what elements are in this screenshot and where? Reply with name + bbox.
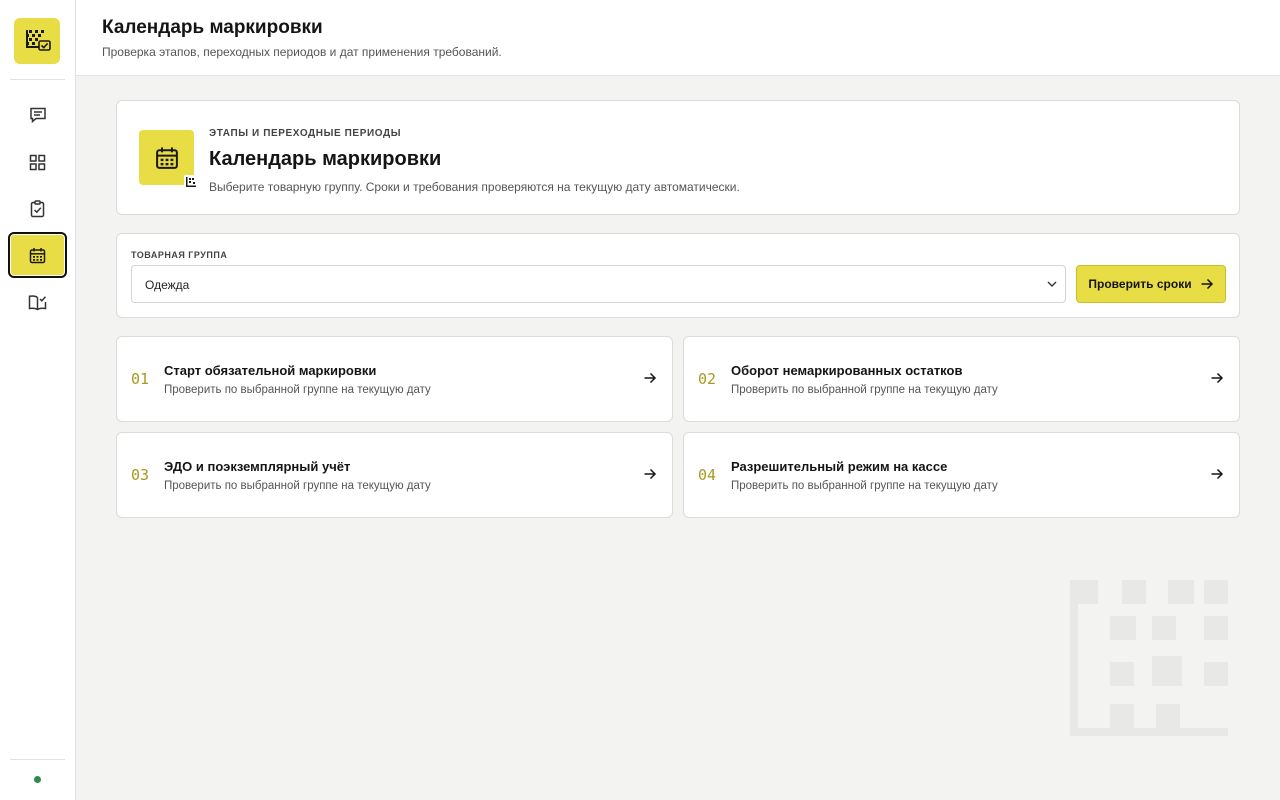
arrow-right-icon bbox=[644, 468, 657, 480]
intro-kicker: ЭТАПЫ И ПЕРЕХОДНЫЕ ПЕРИОДЫ bbox=[209, 128, 402, 139]
sidebar-divider bbox=[10, 759, 65, 760]
page-subtitle: Проверка этапов, переходных периодов и д… bbox=[102, 45, 502, 59]
intro-card: ЭТАПЫ И ПЕРЕХОДНЫЕ ПЕРИОДЫ Календарь мар… bbox=[116, 100, 1240, 215]
arrow-right-icon bbox=[1211, 468, 1224, 480]
check-dates-button-label: Проверить сроки bbox=[1088, 277, 1192, 291]
arrow-right-icon bbox=[1211, 372, 1224, 384]
sidebar bbox=[0, 0, 76, 800]
step-description: Проверить по выбранной группе на текущую… bbox=[731, 384, 998, 396]
intro-icon-tile bbox=[139, 130, 198, 189]
step-card[interactable]: 02 Оборот немаркированных остатков Прове… bbox=[683, 336, 1240, 422]
step-card[interactable]: 01 Старт обязательной маркировки Провери… bbox=[116, 336, 673, 422]
clipboard-check-icon bbox=[30, 200, 45, 218]
datamatrix-check-icon bbox=[26, 30, 51, 51]
book-check-icon bbox=[28, 294, 47, 310]
app-logo[interactable] bbox=[14, 18, 60, 64]
datamatrix-watermark bbox=[1070, 580, 1230, 740]
intro-description: Выберите товарную группу. Сроки и требов… bbox=[209, 180, 740, 194]
page-header: Календарь маркировки Проверка этапов, пе… bbox=[76, 0, 1280, 76]
grid-icon bbox=[29, 154, 46, 170]
step-number: 01 bbox=[131, 370, 150, 388]
intro-title: Календарь маркировки bbox=[209, 148, 442, 170]
step-description: Проверить по выбранной группе на текущую… bbox=[164, 384, 431, 396]
check-dates-button[interactable]: Проверить сроки bbox=[1076, 265, 1226, 303]
arrow-right-icon bbox=[1201, 278, 1213, 290]
product-group-value: Одежда bbox=[145, 278, 190, 292]
page-title: Календарь маркировки bbox=[102, 17, 323, 38]
datamatrix-badge-icon bbox=[184, 175, 198, 189]
connection-status-dot bbox=[34, 776, 41, 783]
step-title: Разрешительный режим на кассе bbox=[731, 459, 948, 474]
product-group-label: ТОВАРНАЯ ГРУППА bbox=[131, 250, 228, 260]
sidebar-item-checklist[interactable] bbox=[8, 186, 67, 232]
chevron-down-icon bbox=[1047, 281, 1057, 287]
arrow-right-icon bbox=[644, 372, 657, 384]
step-title: ЭДО и поэкземплярный учёт bbox=[164, 459, 351, 474]
step-title: Старт обязательной маркировки bbox=[164, 363, 377, 378]
step-card[interactable]: 03 ЭДО и поэкземплярный учёт Проверить п… bbox=[116, 432, 673, 518]
step-description: Проверить по выбранной группе на текущую… bbox=[164, 480, 431, 492]
step-card[interactable]: 04 Разрешительный режим на кассе Провери… bbox=[683, 432, 1240, 518]
chat-icon bbox=[29, 107, 46, 124]
sidebar-item-messages[interactable] bbox=[8, 92, 67, 138]
sidebar-item-guide[interactable] bbox=[8, 279, 67, 325]
step-title: Оборот немаркированных остатков bbox=[731, 363, 963, 378]
sidebar-item-dashboard[interactable] bbox=[8, 139, 67, 185]
step-description: Проверить по выбранной группе на текущую… bbox=[731, 480, 998, 492]
product-group-panel: ТОВАРНАЯ ГРУППА Одежда Проверить сроки bbox=[116, 233, 1240, 318]
product-group-select[interactable]: Одежда bbox=[131, 265, 1066, 303]
sidebar-divider bbox=[10, 79, 65, 80]
calendar-icon bbox=[29, 247, 46, 263]
step-number: 03 bbox=[131, 466, 150, 484]
sidebar-item-calendar[interactable] bbox=[8, 232, 67, 278]
step-number: 02 bbox=[698, 370, 717, 388]
step-number: 04 bbox=[698, 466, 717, 484]
calendar-icon bbox=[155, 146, 178, 169]
